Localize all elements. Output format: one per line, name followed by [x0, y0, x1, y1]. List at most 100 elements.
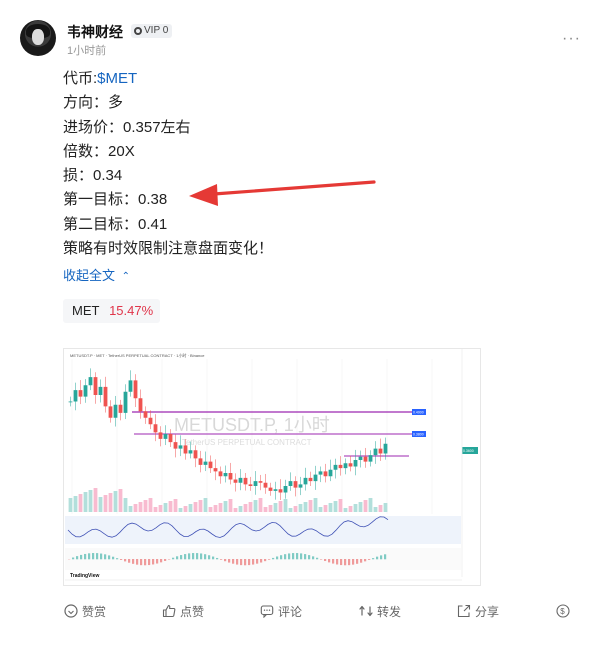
macd-bar	[232, 559, 235, 564]
macd-bar	[292, 553, 295, 560]
candle	[73, 390, 78, 402]
candle	[78, 390, 83, 397]
volume-bar	[343, 508, 348, 512]
macd-bar	[376, 556, 379, 560]
macd-bar	[304, 554, 307, 560]
volume-bar	[338, 499, 343, 512]
macd-bar	[184, 554, 187, 560]
repost-button[interactable]: 转发	[359, 599, 401, 623]
volume-bar	[218, 503, 223, 512]
macd-bar	[200, 553, 203, 560]
volume-bar	[258, 498, 263, 512]
candle	[68, 401, 73, 403]
author-name[interactable]: 韦神财经	[67, 22, 123, 42]
candle	[193, 450, 198, 459]
coin-chip[interactable]: MET 15.47%	[63, 299, 160, 323]
candle	[263, 482, 268, 488]
macd-bar	[228, 559, 231, 563]
more-options-icon[interactable]: ···	[562, 30, 581, 48]
candle	[343, 463, 348, 469]
macd-bar	[236, 559, 239, 565]
candle	[83, 385, 88, 397]
candle	[353, 460, 358, 467]
share-button[interactable]: 分享	[457, 599, 499, 623]
candle	[358, 456, 363, 460]
macd-bar	[256, 559, 259, 564]
chart-watermark-sub: TetherUS PERPETUAL CONTRACT	[182, 438, 312, 447]
volume-bar	[183, 506, 188, 512]
line-note: 策略有时效限制注意盘面变化！	[63, 240, 274, 258]
volume-bar	[188, 504, 193, 512]
volume-bar	[313, 498, 318, 512]
volume-bar	[113, 491, 118, 512]
volume-bar	[288, 508, 293, 512]
macd-bar	[324, 559, 327, 562]
volume-bar	[253, 500, 258, 512]
post-time: 1小时前	[67, 45, 107, 57]
volume-bar	[168, 501, 173, 512]
chart-image[interactable]: METUSDT.P · MET · TetherUS PERPETUAL CON…	[63, 348, 481, 586]
macd-bar	[336, 559, 339, 565]
candle	[223, 473, 228, 477]
svg-text:$: $	[560, 607, 565, 616]
chart-header: METUSDT.P · MET · TetherUS PERPETUAL CON…	[70, 352, 205, 358]
level-tag-top-text: 0.4000	[413, 411, 424, 415]
volume-bar	[198, 500, 203, 512]
volume-bars	[68, 488, 388, 512]
collapse-link[interactable]: 收起全文 ⌃	[63, 265, 130, 284]
candle	[368, 455, 373, 462]
macd-bar	[268, 559, 271, 560]
thumbs-up-icon	[162, 604, 176, 618]
volume-bar	[203, 498, 208, 512]
volume-bar	[248, 502, 253, 512]
candle	[93, 377, 98, 395]
macd-bar	[288, 553, 291, 560]
macd-bar	[196, 553, 199, 560]
macd-bar	[180, 555, 183, 560]
volume-bar	[318, 507, 323, 512]
macd-bar	[352, 559, 355, 565]
dollar-icon: $	[556, 604, 570, 618]
token-link[interactable]: $MET	[97, 70, 137, 87]
candle	[228, 473, 233, 480]
comment-button[interactable]: 评论	[260, 599, 302, 623]
volume-bar	[148, 498, 153, 512]
macd-bar	[116, 558, 119, 560]
candle	[323, 471, 328, 477]
macd-bar	[164, 559, 167, 561]
line-target-2: 第二目标：0.41	[63, 215, 168, 233]
share-icon	[457, 604, 471, 618]
post-card: 韦神财经 VIP 0 1小时前 ··· 代币:$MET 方向：多 进场价：0.3…	[0, 0, 589, 649]
macd-bar	[72, 557, 75, 560]
candle	[238, 477, 243, 483]
vip-icon	[134, 27, 142, 35]
volume-bar	[73, 496, 78, 512]
volume-bar	[103, 495, 108, 512]
line-direction: 方向：多	[63, 94, 124, 112]
chevron-up-icon: ⌃	[121, 271, 131, 282]
candle	[218, 471, 223, 477]
volume-bar	[193, 502, 198, 512]
macd-bar	[84, 553, 87, 560]
vip-label: VIP 0	[144, 25, 169, 36]
tip-button[interactable]: $	[556, 599, 570, 623]
candle	[308, 477, 313, 482]
candle	[203, 461, 208, 465]
reward-label: 赞赏	[82, 604, 107, 619]
candle	[133, 380, 138, 399]
candle	[378, 448, 383, 454]
coin-symbol: MET	[72, 303, 100, 318]
candle	[233, 479, 238, 483]
author-avatar[interactable]	[20, 20, 56, 56]
reward-button[interactable]: 赞赏	[64, 599, 106, 623]
vip-badge: VIP 0	[131, 24, 173, 38]
volume-bar	[98, 497, 103, 512]
volume-bar	[233, 508, 238, 512]
chart-watermark: METUSDT.P, 1小时	[174, 415, 330, 435]
volume-bar	[108, 493, 113, 512]
macd-bar	[328, 559, 331, 563]
macd-bar	[132, 559, 135, 564]
volume-bar	[378, 505, 383, 512]
volume-bar	[333, 501, 338, 512]
like-button[interactable]: 点赞	[162, 599, 204, 623]
